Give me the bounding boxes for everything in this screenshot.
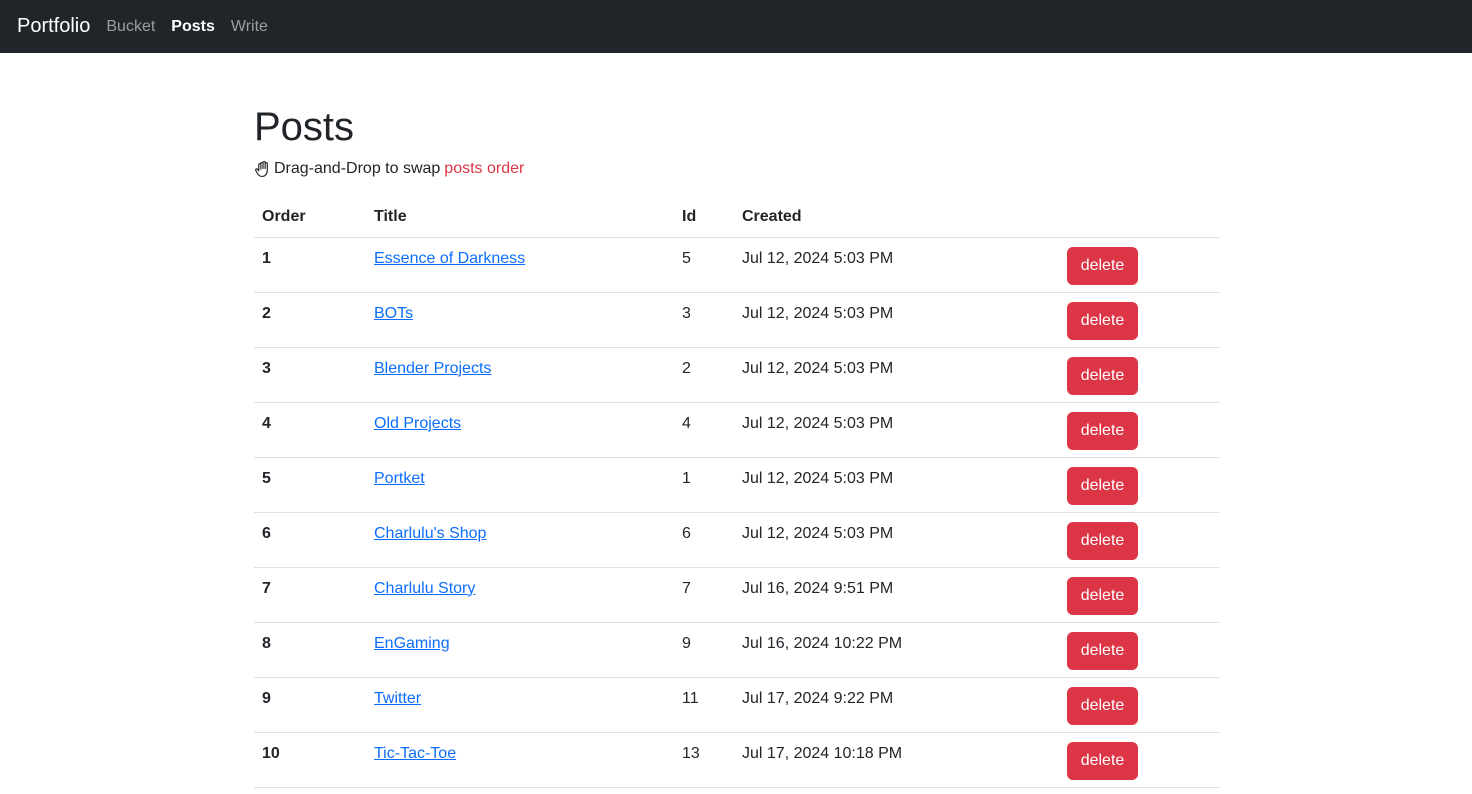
post-title-link[interactable]: Charlulu's Shop xyxy=(374,525,486,542)
row-id: 3 xyxy=(674,292,734,348)
posts-table: Order Title Id Created 1 Essence of Darkn… xyxy=(254,197,1220,788)
top-navbar: Portfolio Bucket Posts Write xyxy=(0,0,1472,53)
row-order: 7 xyxy=(254,567,366,623)
row-id: 1 xyxy=(674,457,734,513)
post-title-link[interactable]: EnGaming xyxy=(374,635,450,652)
row-order: 3 xyxy=(254,347,366,403)
row-id: 7 xyxy=(674,567,734,623)
post-title-link[interactable]: Charlulu Story xyxy=(374,580,475,597)
header-actions xyxy=(1059,197,1220,238)
brand-link[interactable]: Portfolio xyxy=(17,15,90,38)
delete-button[interactable]: delete xyxy=(1067,686,1138,725)
hand-icon xyxy=(255,160,268,178)
delete-button[interactable]: delete xyxy=(1067,356,1138,395)
table-row[interactable]: 5 Portket 1 Jul 12, 2024 5:03 PM delete xyxy=(254,457,1220,513)
table-row[interactable]: 2 BOTs 3 Jul 12, 2024 5:03 PM delete xyxy=(254,292,1220,348)
drag-drop-hint: Drag-and-Drop to swap posts order xyxy=(254,159,1220,179)
row-created: Jul 16, 2024 10:22 PM xyxy=(734,622,1059,678)
row-created: Jul 12, 2024 5:03 PM xyxy=(734,347,1059,403)
row-id: 5 xyxy=(674,237,734,293)
delete-button[interactable]: delete xyxy=(1067,411,1138,450)
row-order: 10 xyxy=(254,732,366,788)
header-created: Created xyxy=(734,197,1059,238)
header-id: Id xyxy=(674,197,734,238)
posts-table-body: 1 Essence of Darkness 5 Jul 12, 2024 5:03 P… xyxy=(254,237,1220,788)
row-created: Jul 12, 2024 5:03 PM xyxy=(734,512,1059,568)
nav-links: Bucket Posts Write xyxy=(106,18,284,36)
post-title-link[interactable]: Old Projects xyxy=(374,415,461,432)
nav-link-posts[interactable]: Posts xyxy=(171,18,215,36)
nav-link-bucket[interactable]: Bucket xyxy=(106,18,155,36)
delete-button[interactable]: delete xyxy=(1067,301,1138,340)
row-created: Jul 12, 2024 5:03 PM xyxy=(734,237,1059,293)
row-order: 4 xyxy=(254,402,366,458)
row-order: 5 xyxy=(254,457,366,513)
table-row[interactable]: 1 Essence of Darkness 5 Jul 12, 2024 5:03 P… xyxy=(254,237,1220,293)
post-title-link[interactable]: Tic-Tac-Toe xyxy=(374,745,456,762)
row-created: Jul 17, 2024 9:22 PM xyxy=(734,677,1059,733)
header-title: Title xyxy=(366,197,674,238)
page-title: Posts xyxy=(254,105,355,149)
post-title-link[interactable]: Blender Projects xyxy=(374,360,491,377)
delete-button[interactable]: delete xyxy=(1067,521,1138,560)
table-row[interactable]: 7 Charlulu Story 7 Jul 16, 2024 9:51 PM dele… xyxy=(254,567,1220,623)
post-title-link[interactable]: BOTs xyxy=(374,305,413,322)
row-order: 8 xyxy=(254,622,366,678)
table-row[interactable]: 9 Twitter 11 Jul 17, 2024 9:22 PM delete xyxy=(254,677,1220,733)
table-row[interactable]: 10 Tic-Tac-Toe 13 Jul 17, 2024 10:18 PM dele… xyxy=(254,732,1220,788)
header-order: Order xyxy=(254,197,366,238)
nav-link-write[interactable]: Write xyxy=(231,18,268,36)
row-created: Jul 12, 2024 5:03 PM xyxy=(734,457,1059,513)
main-content: Posts Drag-and-Drop to swap posts order … xyxy=(254,53,1220,788)
row-order: 2 xyxy=(254,292,366,348)
row-order: 9 xyxy=(254,677,366,733)
row-id: 11 xyxy=(674,677,734,733)
row-created: Jul 16, 2024 9:51 PM xyxy=(734,567,1059,623)
row-id: 6 xyxy=(674,512,734,568)
row-order: 1 xyxy=(254,237,366,293)
table-row[interactable]: 8 EnGaming 9 Jul 16, 2024 10:22 PM delete xyxy=(254,622,1220,678)
post-title-link[interactable]: Portket xyxy=(374,470,425,487)
row-created: Jul 12, 2024 5:03 PM xyxy=(734,402,1059,458)
row-created: Jul 17, 2024 10:18 PM xyxy=(734,732,1059,788)
delete-button[interactable]: delete xyxy=(1067,741,1138,780)
table-header-row: Order Title Id Created xyxy=(254,197,1220,238)
row-order: 6 xyxy=(254,512,366,568)
delete-button[interactable]: delete xyxy=(1067,466,1138,505)
row-id: 2 xyxy=(674,347,734,403)
post-title-link[interactable]: Essence of Darkness xyxy=(374,250,525,267)
table-row[interactable]: 4 Old Projects 4 Jul 12, 2024 5:03 PM delete xyxy=(254,402,1220,458)
row-created: Jul 12, 2024 5:03 PM xyxy=(734,292,1059,348)
row-id: 9 xyxy=(674,622,734,678)
table-row[interactable]: 6 Charlulu's Shop 6 Jul 12, 2024 5:03 PM del… xyxy=(254,512,1220,568)
delete-button[interactable]: delete xyxy=(1067,246,1138,285)
row-id: 13 xyxy=(674,732,734,788)
table-row[interactable]: 3 Blender Projects 2 Jul 12, 2024 5:03 PM de… xyxy=(254,347,1220,403)
row-id: 4 xyxy=(674,402,734,458)
delete-button[interactable]: delete xyxy=(1067,631,1138,670)
delete-button[interactable]: delete xyxy=(1067,576,1138,615)
hint-accent-text: posts order xyxy=(444,160,525,177)
post-title-link[interactable]: Twitter xyxy=(374,690,421,707)
hint-text: Drag-and-Drop to swap xyxy=(274,160,441,177)
